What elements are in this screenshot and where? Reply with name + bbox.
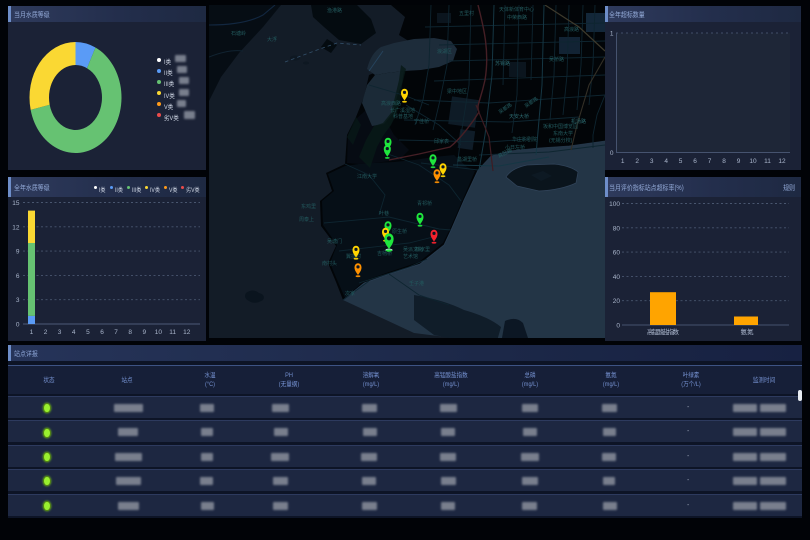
svg-text:渔港路: 渔港路 [327, 7, 342, 14]
svg-text:宁佳桥: 宁佳桥 [414, 118, 429, 125]
svg-text:五里村: 五里村 [459, 10, 474, 17]
svg-text:7: 7 [114, 329, 118, 336]
svg-text:100: 100 [609, 201, 620, 208]
svg-text:6: 6 [693, 158, 697, 165]
svg-text:1: 1 [610, 31, 614, 38]
svg-text:0: 0 [16, 322, 20, 329]
svg-text:高浪路: 高浪路 [564, 26, 579, 33]
svg-text:3: 3 [16, 297, 20, 304]
svg-text:12: 12 [12, 224, 20, 231]
svg-text:梁中地区: 梁中地区 [447, 88, 467, 95]
svg-text:吴塘门: 吴塘门 [327, 238, 342, 245]
svg-text:3: 3 [650, 158, 654, 165]
svg-text:6: 6 [16, 273, 20, 280]
svg-text:石塘岭: 石塘岭 [231, 30, 246, 37]
svg-text:4: 4 [664, 158, 668, 165]
svg-text:6: 6 [100, 329, 104, 336]
svg-text:中荣西路: 中荣西路 [507, 14, 527, 21]
svg-text:15: 15 [12, 200, 20, 207]
svg-text:氨氮: 氨氮 [741, 327, 755, 336]
svg-text:浪湖区: 浪湖区 [437, 48, 452, 55]
svg-text:12: 12 [778, 158, 786, 165]
svg-text:0: 0 [610, 150, 614, 157]
svg-text:艺术馆: 艺术馆 [403, 253, 418, 260]
svg-text:薛家里: 薛家里 [415, 246, 430, 253]
svg-text:叶巷: 叶巷 [379, 210, 389, 217]
svg-text:60: 60 [613, 250, 621, 257]
svg-text:9: 9 [737, 158, 741, 165]
svg-text:3: 3 [58, 329, 62, 336]
svg-text:(无锡分校): (无锡分校) [549, 137, 573, 144]
svg-text:苏锡路: 苏锡路 [495, 60, 510, 67]
svg-text:40: 40 [613, 274, 621, 281]
svg-text:壬子港: 壬子港 [409, 280, 424, 287]
svg-text:10: 10 [749, 158, 757, 165]
svg-text:吴桥路: 吴桥路 [549, 56, 564, 63]
svg-text:东鸡里: 东鸡里 [301, 203, 316, 210]
svg-text:2: 2 [44, 329, 48, 336]
svg-text:江南大学: 江南大学 [357, 173, 377, 180]
svg-text:7: 7 [708, 158, 712, 165]
svg-text:邱家表: 邱家表 [434, 138, 449, 145]
svg-text:大浮: 大浮 [267, 36, 277, 43]
svg-text:天体新体育中心: 天体新体育中心 [499, 6, 534, 13]
svg-text:1: 1 [621, 158, 625, 165]
svg-text:1: 1 [30, 329, 34, 336]
svg-text:5: 5 [679, 158, 683, 165]
svg-text:9: 9 [16, 249, 20, 256]
svg-text:10: 10 [155, 329, 163, 336]
svg-text:5: 5 [86, 329, 90, 336]
svg-text:翼捷村: 翼捷村 [346, 253, 361, 260]
svg-text:4: 4 [72, 329, 76, 336]
svg-text:0: 0 [616, 323, 620, 330]
svg-text:南村头: 南村头 [322, 260, 337, 267]
svg-text:青祁桥: 青祁桥 [417, 200, 432, 207]
svg-text:2: 2 [635, 158, 639, 165]
svg-text:长广溪湿地: 长广溪湿地 [390, 107, 415, 114]
svg-text:8: 8 [128, 329, 132, 336]
svg-text:华庄影剧院: 华庄影剧院 [512, 136, 537, 143]
svg-text:80: 80 [613, 225, 621, 232]
svg-text:原生桥: 原生桥 [392, 228, 407, 235]
svg-text:11: 11 [169, 329, 176, 336]
svg-text:天安大桥: 天安大桥 [509, 113, 529, 120]
svg-text:高锰酸盐指数: 高锰酸盐指数 [647, 327, 680, 336]
svg-text:坂和中国博览园: 坂和中国博览园 [543, 123, 578, 130]
svg-text:科普基地: 科普基地 [393, 113, 413, 120]
svg-text:9: 9 [142, 329, 146, 336]
svg-text:8: 8 [722, 158, 726, 165]
svg-text:次家: 次家 [345, 290, 355, 297]
svg-text:11: 11 [764, 158, 771, 165]
svg-text:周泰上: 周泰上 [299, 216, 314, 223]
svg-text:东南大学: 东南大学 [553, 130, 573, 137]
svg-text:20: 20 [613, 298, 621, 305]
svg-text:12: 12 [183, 329, 191, 336]
svg-text:蠡湖里桥: 蠡湖里桥 [457, 156, 477, 163]
svg-text:高浪西路: 高浪西路 [381, 100, 401, 107]
